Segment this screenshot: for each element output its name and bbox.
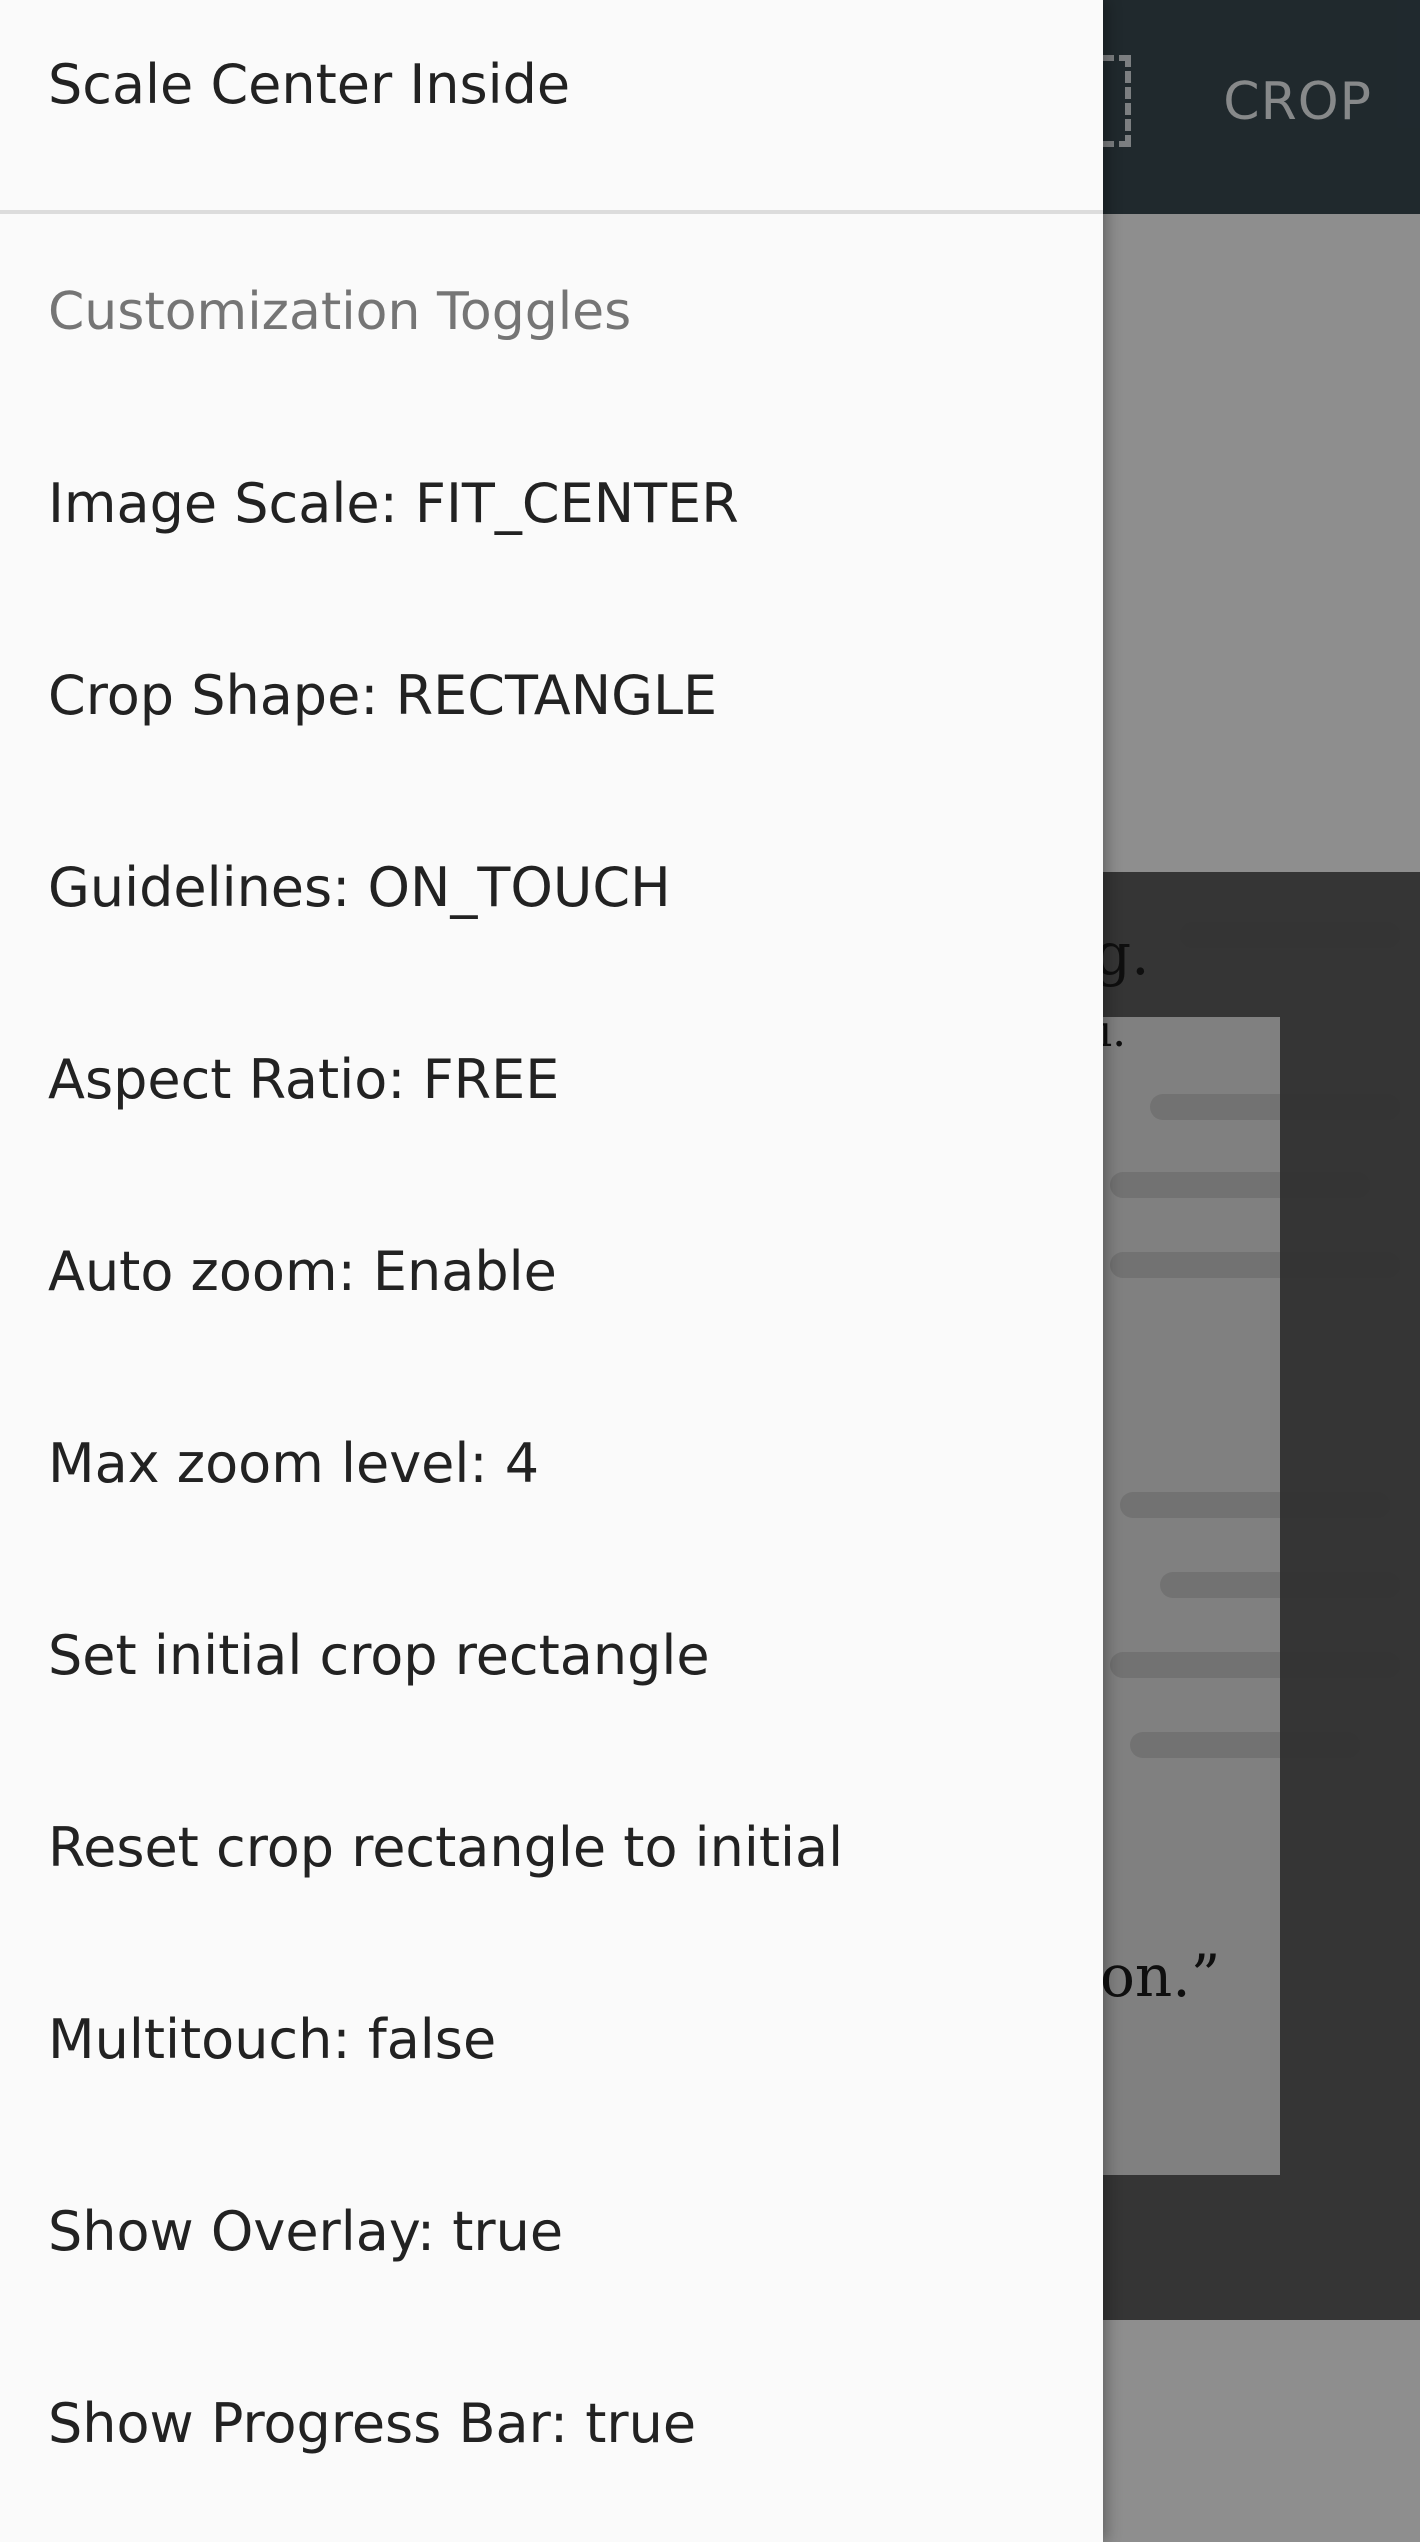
menu-item-max-zoom-level[interactable]: Max zoom level: 4 bbox=[48, 1414, 1048, 1514]
menu-item-reset-crop-rectangle[interactable]: Reset crop rectangle to initial bbox=[48, 1798, 1048, 1898]
menu-item-set-initial-crop-rectangle[interactable]: Set initial crop rectangle bbox=[48, 1606, 1048, 1706]
menu-item-multitouch[interactable]: Multitouch: false bbox=[48, 1990, 1048, 2090]
screen: CROP g. ı. on.” Scale Center Inside Cust… bbox=[0, 0, 1420, 2542]
drawer-divider bbox=[0, 210, 1103, 214]
menu-item-show-progress-bar[interactable]: Show Progress Bar: true bbox=[48, 2374, 1048, 2474]
menu-item-scale-center-inside[interactable]: Scale Center Inside bbox=[48, 35, 1048, 135]
menu-item-auto-zoom[interactable]: Auto zoom: Enable bbox=[48, 1222, 1048, 1322]
navigation-drawer: Scale Center Inside Customization Toggle… bbox=[0, 0, 1103, 2542]
menu-item-show-overlay[interactable]: Show Overlay: true bbox=[48, 2182, 1048, 2282]
menu-item-aspect-ratio[interactable]: Aspect Ratio: FREE bbox=[48, 1030, 1048, 1130]
menu-item-image-scale[interactable]: Image Scale: FIT_CENTER bbox=[48, 454, 1048, 554]
menu-item-crop-shape[interactable]: Crop Shape: RECTANGLE bbox=[48, 646, 1048, 746]
menu-item-guidelines[interactable]: Guidelines: ON_TOUCH bbox=[48, 838, 1048, 938]
section-header-customization-toggles: Customization Toggles bbox=[48, 282, 632, 342]
